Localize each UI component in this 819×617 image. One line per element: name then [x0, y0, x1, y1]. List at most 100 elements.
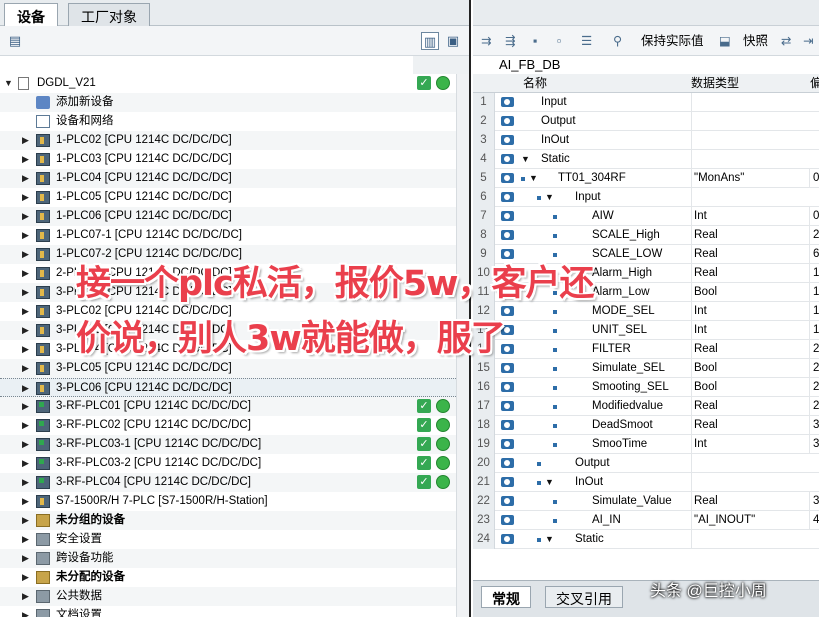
collapse-arrow-icon[interactable]: ▼ [545, 530, 554, 549]
expand-arrow-icon[interactable]: ▶ [22, 454, 32, 473]
tree-item[interactable]: ▶ 跨设备功能 [0, 549, 456, 568]
db-row[interactable]: 19 SmooTime Int 3 [473, 435, 819, 454]
expand-arrow-icon[interactable]: ▶ [22, 169, 32, 188]
expand-arrow-icon[interactable]: ▶ [22, 321, 32, 340]
db-row[interactable]: 7 AIW Int 0 [473, 207, 819, 226]
expand-arrow-icon[interactable]: ▶ [22, 302, 32, 321]
db-row-datatype[interactable] [691, 112, 807, 131]
tab-devices[interactable]: 设备 [4, 3, 58, 27]
db-row-datatype[interactable] [691, 93, 807, 112]
expand-arrow-icon[interactable]: ▶ [22, 568, 32, 587]
db-row[interactable]: 14 FILTER Real 2 [473, 340, 819, 359]
db-row[interactable]: 16 Smooting_SEL Bool 2 [473, 378, 819, 397]
db-row-datatype[interactable]: Real [691, 397, 807, 416]
tree-item[interactable]: ▶ 3-PLC05 [CPU 1214C DC/DC/DC] [0, 359, 456, 378]
db-row-name[interactable]: Smooting_SEL [592, 378, 669, 397]
db-row[interactable]: 15 Simulate_SEL Bool 2 [473, 359, 819, 378]
db-row-name[interactable]: Alarm_High [592, 264, 652, 283]
expand-arrow-icon[interactable]: ▶ [22, 587, 32, 606]
db-row[interactable]: 3 InOut [473, 131, 819, 150]
db-row-datatype[interactable]: Int [691, 435, 807, 454]
db-row-datatype[interactable]: Real [691, 340, 807, 359]
db-row-name[interactable]: AIW [592, 207, 614, 226]
db-row-datatype[interactable]: Bool [691, 378, 807, 397]
tree-item[interactable]: ▶ 3-PLC06 [CPU 1214C DC/DC/DC] [0, 378, 456, 397]
db-row-datatype[interactable]: Bool [691, 359, 807, 378]
db-row-datatype[interactable]: Int [691, 321, 807, 340]
expand-arrow-icon[interactable]: ▶ [22, 397, 32, 416]
expand-arrow-icon[interactable]: ▶ [22, 473, 32, 492]
expand-arrow-icon[interactable]: ▶ [22, 340, 32, 359]
collapse-arrow-icon[interactable]: ▼ [545, 473, 554, 492]
go-online-icon[interactable]: ▣ [444, 32, 462, 50]
db-row-name[interactable]: Simulate_Value [592, 492, 672, 511]
tree-item[interactable]: ▶ 安全设置 [0, 530, 456, 549]
more-icon[interactable]: ⇥ [803, 32, 813, 50]
db-row-datatype[interactable]: Real [691, 264, 807, 283]
expand-arrow-icon[interactable]: ▶ [22, 530, 32, 549]
expand-arrow-icon[interactable]: ▶ [22, 416, 32, 435]
keep-actual-values-button[interactable]: 保持实际值 [641, 32, 704, 50]
db-row-datatype[interactable]: Real [691, 492, 807, 511]
tree-view-icon[interactable]: ▤ [6, 32, 24, 50]
expand-arrow-icon[interactable]: ▶ [22, 492, 32, 511]
list-icon[interactable]: ☰ [581, 32, 592, 50]
db-row-name[interactable]: InOut [541, 131, 569, 150]
db-row-datatype[interactable] [691, 454, 807, 473]
tree-item[interactable]: ▶ 1-PLC05 [CPU 1214C DC/DC/DC] [0, 188, 456, 207]
tree-item[interactable]: ▶ 1-PLC03 [CPU 1214C DC/DC/DC] [0, 150, 456, 169]
db-row-datatype[interactable]: "AI_INOUT" [691, 511, 807, 530]
db-row-name[interactable]: DeadSmoot [592, 416, 653, 435]
tree-item[interactable]: 添加新设备 [0, 93, 456, 112]
tree-item[interactable]: ▶ 文档设置 [0, 606, 456, 617]
overview-icon[interactable]: ▥ [421, 32, 439, 50]
db-row[interactable]: 5 ▼ TT01_304RF "MonAns" 0 [473, 169, 819, 188]
expand-arrow-icon[interactable]: ▶ [22, 226, 32, 245]
collapse-arrow-icon[interactable]: ▼ [521, 150, 530, 169]
tree-item[interactable]: ▶ 未分配的设备 [0, 568, 456, 587]
expand-arrow-icon[interactable]: ▶ [22, 379, 32, 398]
db-row[interactable]: 20 Output [473, 454, 819, 473]
collapse-arrow-icon[interactable]: ▼ [4, 74, 14, 93]
db-row-name[interactable]: AI_IN [592, 511, 621, 530]
db-row-datatype[interactable]: Real [691, 416, 807, 435]
db-row[interactable]: 1 Input [473, 93, 819, 112]
db-row-name[interactable]: MODE_SEL [592, 302, 655, 321]
collapse-icon[interactable]: ▫ [557, 32, 561, 50]
db-row-name[interactable]: Modifiedvalue [592, 397, 663, 416]
tree-item[interactable]: ▶ 3-RF-PLC04 [CPU 1214C DC/DC/DC] ✓ [0, 473, 456, 492]
db-row[interactable]: 2 Output [473, 112, 819, 131]
column-offset-header[interactable]: 偏 [810, 74, 819, 93]
expand-arrow-icon[interactable]: ▶ [22, 188, 32, 207]
tree-item[interactable]: ▶ 1-PLC06 [CPU 1214C DC/DC/DC] [0, 207, 456, 226]
expand-arrow-icon[interactable]: ▶ [22, 359, 32, 378]
expand-icon[interactable]: ▪ [533, 32, 537, 50]
db-row-datatype[interactable]: Real [691, 226, 807, 245]
tree-item[interactable]: ▶ 3-RF-PLC03-1 [CPU 1214C DC/DC/DC] ✓ [0, 435, 456, 454]
tree-item[interactable]: ▶ 3-RF-PLC01 [CPU 1214C DC/DC/DC] ✓ [0, 397, 456, 416]
db-row[interactable]: 13 UNIT_SEL Int 1 [473, 321, 819, 340]
column-type-header[interactable]: 数据类型 [691, 74, 739, 93]
tree-item[interactable]: ▶ 3-RF-PLC03-2 [CPU 1214C DC/DC/DC] ✓ [0, 454, 456, 473]
insert-row-icon[interactable]: ⇉ [481, 32, 491, 50]
db-row[interactable]: 18 DeadSmoot Real 3 [473, 416, 819, 435]
expand-arrow-icon[interactable]: ▶ [22, 150, 32, 169]
tree-item[interactable]: ▶ 1-PLC07-1 [CPU 1214C DC/DC/DC] [0, 226, 456, 245]
db-row-name[interactable]: TT01_304RF [558, 169, 626, 188]
tab-general[interactable]: 常规 [481, 586, 531, 608]
db-row-name[interactable]: SCALE_High [592, 226, 660, 245]
db-row-name[interactable]: FILTER [592, 340, 631, 359]
db-row[interactable]: 17 Modifiedvalue Real 2 [473, 397, 819, 416]
db-row-datatype[interactable]: "MonAns" [691, 169, 807, 188]
tree-item[interactable]: ▶ 未分组的设备 [0, 511, 456, 530]
db-row-name[interactable]: Simulate_SEL [592, 359, 665, 378]
db-row-name[interactable]: Input [541, 93, 567, 112]
expand-arrow-icon[interactable]: ▶ [22, 606, 32, 617]
tree-item[interactable]: ▶ 1-PLC02 [CPU 1214C DC/DC/DC] [0, 131, 456, 150]
db-row-name[interactable]: SmooTime [592, 435, 647, 454]
tree-item[interactable]: ▶ 公共数据 [0, 587, 456, 606]
expand-arrow-icon[interactable]: ▶ [22, 283, 32, 302]
expand-arrow-icon[interactable]: ▶ [22, 207, 32, 226]
db-row-name[interactable]: Input [575, 188, 601, 207]
db-row[interactable]: 23 AI_IN "AI_INOUT" 4 [473, 511, 819, 530]
